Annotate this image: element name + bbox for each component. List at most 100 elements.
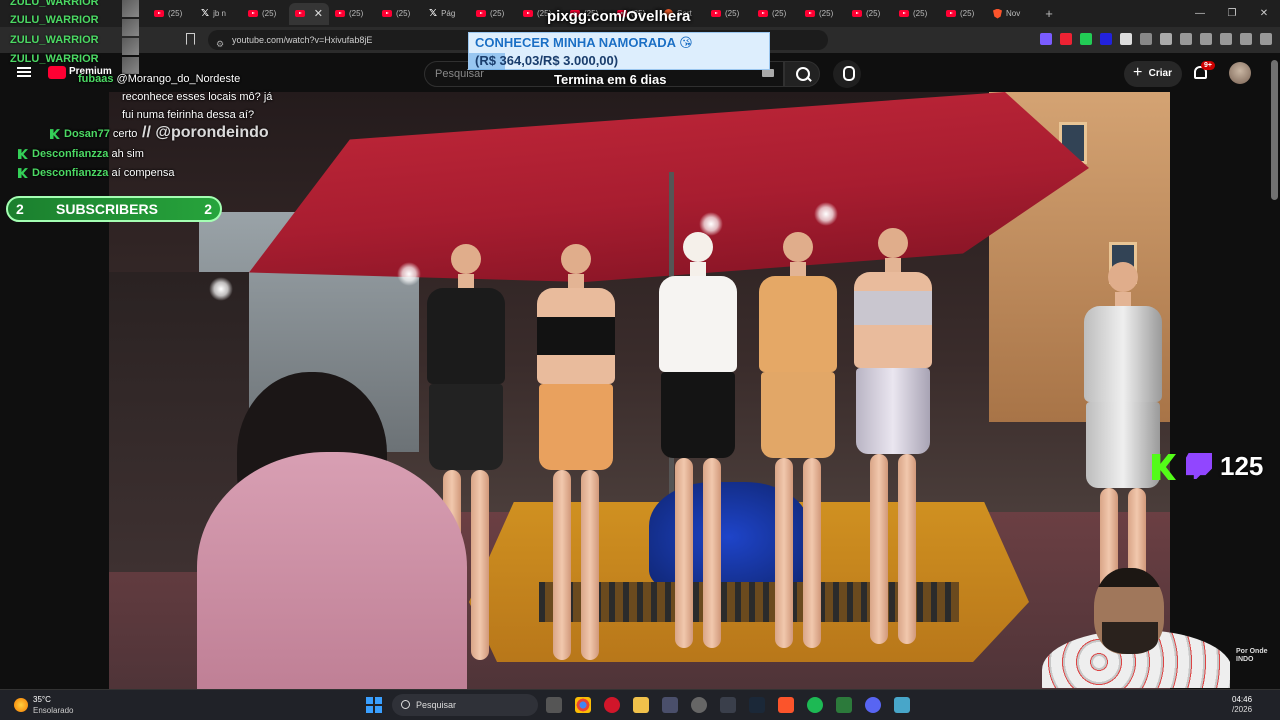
youtube-icon: [946, 10, 956, 17]
page-scrollbar[interactable]: [1271, 60, 1278, 200]
chat-text: aí compensa: [111, 167, 175, 179]
downloads-icon[interactable]: [1160, 33, 1172, 45]
extension-icon[interactable]: [1060, 33, 1072, 45]
browser-tab[interactable]: (25): [846, 3, 893, 25]
browser-tab[interactable]: (25): [376, 3, 423, 25]
chat-message: fui numa feirinha dessa aí?: [122, 109, 254, 121]
youtube-icon: [758, 10, 768, 17]
viewer-count: 125: [1220, 451, 1264, 481]
goal-title: CONHECER MINHA NAMORADA 😘: [475, 35, 693, 50]
tab-label: (25): [866, 9, 881, 18]
tab-label: (25): [396, 9, 411, 18]
chat-message: fubaas @Morango_do_Nordeste: [78, 73, 240, 85]
browser-tab[interactable]: (25): [752, 3, 799, 25]
channel-watermark: // @porondeindo: [142, 124, 269, 141]
chat-username: Dosan77: [64, 128, 110, 140]
chat-message: Desconfianzza aí compensa: [18, 167, 174, 179]
search-button[interactable]: [784, 61, 820, 87]
app-icon[interactable]: [662, 697, 678, 713]
create-button[interactable]: Criar: [1124, 60, 1182, 87]
youtube-icon: [805, 10, 815, 17]
app-icon[interactable]: [691, 697, 707, 713]
vpn-icon[interactable]: [1240, 33, 1252, 45]
restore-icon[interactable]: ❐: [1216, 0, 1248, 27]
keyboard-icon[interactable]: [762, 69, 774, 77]
kick-badge-icon: [18, 149, 28, 160]
notepad-icon[interactable]: [894, 697, 910, 713]
clock-date: /2026: [1232, 705, 1253, 714]
minimize-icon[interactable]: —: [1184, 0, 1216, 27]
close-window-icon[interactable]: ✕: [1248, 0, 1280, 27]
youtube-icon: [476, 10, 486, 17]
browser-tab[interactable]: (25): [329, 3, 376, 25]
weather-temperature[interactable]: 35°C: [33, 695, 51, 704]
menu-icon[interactable]: [1260, 33, 1272, 45]
chat-text: fui numa feirinha dessa aí?: [122, 109, 255, 121]
chat-message: Desconfianzza ah sim: [18, 148, 144, 160]
extensions-puzzle-icon[interactable]: [1140, 33, 1152, 45]
wallet-icon[interactable]: [1220, 33, 1232, 45]
taskbar-apps: [546, 697, 910, 713]
pix-url: pixgg.com/Ovelhera: [547, 8, 691, 25]
spotify-icon[interactable]: [807, 697, 823, 713]
youtube-icon: [899, 10, 909, 17]
chat-text: @Morango_do_Nordeste: [116, 73, 241, 85]
extension-icon[interactable]: [1040, 33, 1052, 45]
channel-logo: Por Onde INDO: [1236, 648, 1268, 663]
scene-mannequin: [759, 232, 837, 648]
weather-sun-icon[interactable]: [14, 698, 28, 712]
browser-tab[interactable]: (25): [940, 3, 987, 25]
subscribers-counter: 2 SUBSCRIBERS 2: [6, 196, 222, 222]
notifications-badge: 9+: [1201, 61, 1215, 70]
voice-search-button[interactable]: [833, 60, 861, 88]
clock-time: 04:46: [1232, 695, 1253, 704]
new-tab-icon[interactable]: +: [1040, 6, 1058, 21]
chat-text: ah sim: [111, 148, 144, 160]
browser-tab[interactable]: (25): [470, 3, 517, 25]
scene-light: [397, 262, 421, 286]
chat-text: certo: [112, 128, 138, 140]
steam-icon[interactable]: [749, 697, 765, 713]
viewer-counter: 125: [1152, 450, 1270, 484]
youtube-icon: [852, 10, 862, 17]
extension-icon[interactable]: [1100, 33, 1112, 45]
brave-icon[interactable]: [778, 697, 794, 713]
screen: (25) 𝕏jb n (25) ✕ (25) (25) 𝕏 Pág (25) (25) (25) (2…: [0, 0, 1280, 720]
browser-tab[interactable]: (25): [799, 3, 846, 25]
scene-person: [197, 452, 467, 689]
task-view-icon[interactable]: [546, 697, 562, 713]
music-icon[interactable]: [1180, 33, 1192, 45]
app-icon[interactable]: [836, 697, 852, 713]
browser-tab[interactable]: Nov: [987, 3, 1034, 25]
youtube-icon: [523, 10, 533, 17]
scene-light: [814, 202, 838, 226]
stream-chat-overlay: fubaas @Morango_do_Nordeste reconhece es…: [0, 0, 310, 200]
tab-close-icon[interactable]: ✕: [314, 7, 323, 20]
weather-description[interactable]: Ensolarado: [33, 706, 73, 715]
chat-username: fubaas: [78, 73, 114, 85]
browser-tab[interactable]: (25): [705, 3, 752, 25]
webcam-beard: [1102, 622, 1158, 654]
subs-count-left: 2: [16, 201, 24, 217]
tab-label: Nov: [1006, 9, 1021, 18]
tab-label: Pág: [441, 9, 456, 18]
taskbar-search[interactable]: Pesquisar: [392, 694, 538, 716]
windows-start-icon[interactable]: [366, 697, 382, 713]
app-icon[interactable]: [720, 697, 736, 713]
sidebar-icon[interactable]: [1200, 33, 1212, 45]
youtube-icon: [335, 10, 345, 17]
browser-tab[interactable]: (25): [893, 3, 940, 25]
chrome-icon[interactable]: [575, 697, 591, 713]
browser-tab[interactable]: 𝕏 Pág: [423, 3, 470, 25]
file-explorer-icon[interactable]: [633, 697, 649, 713]
twitch-logo-icon: [1186, 453, 1212, 479]
account-avatar[interactable]: [1229, 62, 1251, 84]
extension-icon[interactable]: [1080, 33, 1092, 45]
extension-icon[interactable]: [1120, 33, 1132, 45]
taskbar-clock[interactable]: 04:46 /2026: [1232, 695, 1252, 715]
opera-icon[interactable]: [604, 697, 620, 713]
discord-icon[interactable]: [865, 697, 881, 713]
tab-label: (25): [725, 9, 740, 18]
goal-progress-text: (R$ 364,03/R$ 3.000,00): [475, 53, 619, 68]
scene-mannequin: [854, 228, 932, 644]
